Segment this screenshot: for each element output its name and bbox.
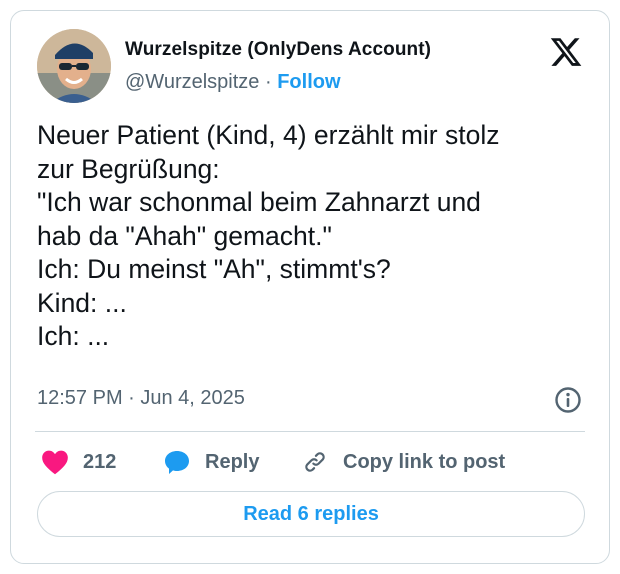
like-count: 212 (83, 450, 117, 473)
copy-link-label: Copy link to post (343, 450, 506, 473)
tweet-text: Neuer Patient (Kind, 4) erzählt mir stol… (37, 119, 585, 354)
tweet-line: "Ich war schonmal beim Zahnarzt und (37, 187, 481, 217)
copy-link-button[interactable]: Copy link to post (301, 447, 505, 477)
separator-dot: · (264, 71, 272, 93)
reply-bubble-icon (165, 451, 189, 474)
tweet-header: Wurzelspitze (OnlyDens Account) @Wurzels… (37, 29, 589, 105)
timestamp[interactable]: 12:57 PM · Jun 4, 2025 (37, 387, 245, 410)
x-logo-icon[interactable] (549, 35, 583, 69)
author-name[interactable]: Wurzelspitze (OnlyDens Account) (125, 39, 431, 61)
tweet-line: Ich: ... (37, 321, 110, 351)
reply-label: Reply (205, 450, 260, 473)
follow-button[interactable]: Follow (277, 71, 340, 93)
avatar[interactable] (37, 29, 111, 103)
handle-row: @Wurzelspitze · Follow (125, 71, 341, 94)
tweet-line: Ich: Du meinst "Ah", stimmt's? (37, 254, 391, 284)
reply-button[interactable]: Reply (163, 447, 259, 477)
heart-icon (42, 450, 68, 475)
action-bar: 212 Reply Copy link to post (37, 447, 585, 479)
tweet-line: zur Begrüßung: (37, 153, 220, 184)
tweet-card: Wurzelspitze (OnlyDens Account) @Wurzels… (10, 10, 610, 564)
divider (35, 431, 585, 432)
tweet-line: hab da "Ahah" gemacht." (37, 220, 332, 251)
read-replies-button[interactable]: Read 6 replies (37, 491, 585, 537)
tweet-line: Kind: ... (37, 287, 127, 318)
info-icon[interactable] (553, 385, 583, 415)
author-handle[interactable]: @Wurzelspitze (125, 71, 259, 93)
link-icon (305, 452, 325, 472)
tweet-line: Neuer Patient (Kind, 4) erzählt mir stol… (37, 120, 500, 150)
like-button[interactable]: 212 (41, 447, 116, 477)
